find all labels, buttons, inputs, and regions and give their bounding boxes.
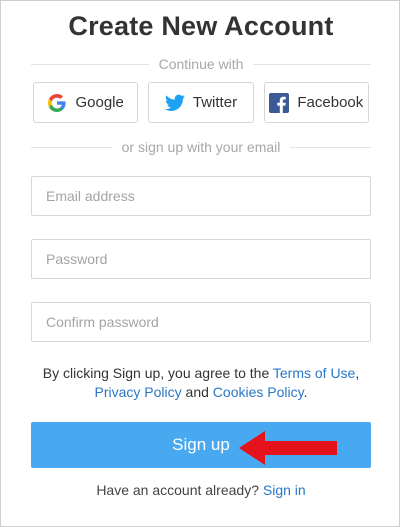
password-field[interactable] — [31, 239, 371, 279]
privacy-policy-link[interactable]: Privacy Policy — [95, 384, 182, 400]
continue-with-label: Continue with — [158, 56, 244, 72]
or-signup-label: or sign up with your email — [121, 139, 281, 155]
divider-line-right — [290, 146, 371, 148]
red-arrow-icon — [239, 431, 337, 465]
confirm-password-field[interactable] — [31, 302, 371, 342]
facebook-button[interactable]: Facebook — [263, 82, 369, 123]
twitter-button[interactable]: Twitter — [148, 82, 254, 123]
continue-with-divider: Continue with — [31, 55, 372, 73]
signup-card: Create New Account Continue with Google — [0, 0, 400, 527]
terms-text: By clicking Sign up, you agree to the Te… — [31, 364, 371, 402]
terms-comma: , — [355, 365, 360, 381]
twitter-icon — [164, 93, 185, 113]
have-account-label: Have an account already? — [96, 482, 259, 498]
sign-in-link[interactable]: Sign in — [263, 482, 306, 498]
terms-prefix: By clicking Sign up, you agree to the — [42, 365, 270, 381]
terms-of-use-link[interactable]: Terms of Use — [273, 365, 355, 381]
cookies-policy-link[interactable]: Cookies Policy — [213, 384, 304, 400]
page-title: Create New Account — [68, 11, 334, 41]
terms-and: and — [185, 384, 209, 400]
twitter-label: Twitter — [192, 94, 238, 111]
divider-line-left — [31, 63, 149, 65]
social-buttons: Google Twitter Facebook — [33, 82, 369, 123]
email-field[interactable] — [31, 176, 371, 216]
google-button[interactable]: Google — [33, 82, 139, 123]
divider-line-right — [253, 63, 372, 65]
google-icon — [47, 93, 67, 113]
facebook-label: Facebook — [297, 94, 364, 111]
google-label: Google — [75, 94, 124, 111]
footer: Have an account already? Sign in — [1, 482, 400, 498]
facebook-icon — [269, 92, 290, 113]
terms-period: . — [303, 384, 308, 400]
email-divider: or sign up with your email — [31, 138, 371, 156]
divider-line-left — [31, 146, 112, 148]
